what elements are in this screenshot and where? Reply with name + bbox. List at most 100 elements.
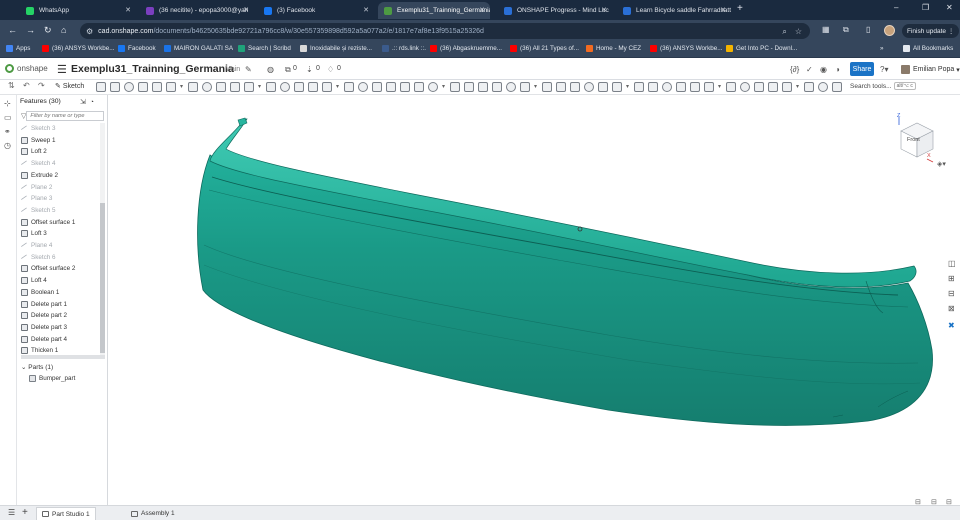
close-tab-icon[interactable]: ✕ xyxy=(243,6,249,14)
replace-face-tool-icon[interactable] xyxy=(428,82,438,92)
new-tab-button[interactable]: + xyxy=(737,3,743,14)
bookmark-item[interactable]: Apps xyxy=(6,45,30,52)
composite-curve-tool-icon[interactable] xyxy=(598,82,608,92)
gusset-tool-icon[interactable] xyxy=(782,82,792,92)
circular-pattern-tool-icon[interactable] xyxy=(294,82,304,92)
bookmark-item[interactable]: Facebook xyxy=(118,45,156,52)
bridging-curve-tool-icon[interactable] xyxy=(584,82,594,92)
bookmark-item[interactable]: .:: rds.link ::. xyxy=(382,45,426,52)
fillet-tool-icon[interactable] xyxy=(188,82,198,92)
curve-pattern-tool-icon[interactable] xyxy=(308,82,318,92)
feature-item[interactable]: Plane 3 xyxy=(20,193,52,204)
fill-tool-icon[interactable] xyxy=(520,82,530,92)
part-item[interactable]: Bumper_part xyxy=(29,375,75,382)
custom-feature-icon[interactable]: ✖ xyxy=(948,321,958,331)
rollback-icon[interactable]: ⇲ xyxy=(80,99,86,106)
hole-tool-icon[interactable] xyxy=(266,82,276,92)
comments-icon[interactable]: ♢ xyxy=(327,65,334,74)
tab-manager-icon[interactable]: ☰ xyxy=(8,508,15,517)
feature-item[interactable]: Plane 4 xyxy=(20,240,52,251)
section-tool-icon[interactable] xyxy=(662,82,672,92)
parts-header[interactable]: ⌄ Parts (1) xyxy=(21,363,53,371)
linear-pattern-tool-icon[interactable] xyxy=(280,82,290,92)
appearance-panel-icon[interactable]: ◫ xyxy=(948,259,958,269)
thicken-tool-icon[interactable] xyxy=(152,82,162,92)
document-name[interactable]: Exemplu31_Trainning_Germania xyxy=(71,63,234,75)
bookmark-item[interactable]: (36) Abgaskruemme... xyxy=(430,45,502,52)
isocline-tool-icon[interactable] xyxy=(612,82,622,92)
rib-tool-icon[interactable] xyxy=(230,82,240,92)
view-options-icon[interactable]: ◈▾ xyxy=(937,160,946,168)
forward-icon[interactable]: → xyxy=(26,25,35,35)
maximize-icon[interactable]: ❐ xyxy=(922,3,929,12)
feature-list-toggle-icon[interactable]: ⇅ xyxy=(8,81,15,90)
bookmark-item[interactable]: All Bookmarks xyxy=(903,45,953,52)
mate-connector-tool-icon[interactable] xyxy=(492,82,502,92)
feature-item[interactable]: Plane 2 xyxy=(20,182,52,193)
bookmark-item[interactable]: (36) ANSYS Workbe... xyxy=(650,45,723,52)
browser-tab[interactable]: ONSHAPE Progress - Mind Luc ✕ xyxy=(498,2,612,19)
scrollbar-thumb[interactable] xyxy=(100,203,105,353)
helix-tool-icon[interactable] xyxy=(478,82,488,92)
bookmark-item[interactable]: Inoxidabile și rezistе... xyxy=(300,45,372,52)
close-window-icon[interactable]: ✕ xyxy=(946,3,953,12)
enclose-tool-icon[interactable] xyxy=(166,82,176,92)
feature-item[interactable]: Sketch 6 xyxy=(20,252,56,263)
code-icon[interactable]: {∂} xyxy=(790,65,799,74)
feature-item[interactable]: Delete part 3 xyxy=(21,322,67,333)
feature-list-icon[interactable]: ⊹ xyxy=(4,99,13,108)
trim-tool-icon[interactable] xyxy=(768,82,778,92)
browser-tab[interactable]: Learn Bicycle saddle Fahrradsatt ✕ xyxy=(617,2,731,19)
bend-tool-icon[interactable] xyxy=(726,82,736,92)
finish-update-button[interactable]: Finish update ⋮ xyxy=(902,24,960,38)
close-tab-icon[interactable]: ✕ xyxy=(479,6,485,14)
browser-tab[interactable]: (36 necitite) - epopa3000@yah ✕ xyxy=(140,2,254,19)
comments-panel-icon[interactable]: ▭ xyxy=(4,113,13,122)
close-tab-icon[interactable]: ✕ xyxy=(720,6,726,14)
chevron-down-icon[interactable]: ▾ xyxy=(626,83,629,90)
form-tool-icon[interactable] xyxy=(740,82,750,92)
feature-item[interactable]: Loft 2 xyxy=(21,146,47,157)
revolve-tool-icon[interactable] xyxy=(110,82,120,92)
help-icon[interactable]: ?▾ xyxy=(880,65,888,74)
intersection-tool-icon[interactable] xyxy=(556,82,566,92)
plane-tool-icon[interactable] xyxy=(464,82,474,92)
onshape-logo[interactable]: onshape xyxy=(5,64,48,73)
bookmark-item[interactable]: Home - My CEZ xyxy=(586,45,641,52)
extrude-tool-icon[interactable] xyxy=(96,82,106,92)
loft-tool-icon[interactable] xyxy=(138,82,148,92)
feature-item[interactable]: Offset surface 1 xyxy=(21,217,75,228)
bookmark-item[interactable]: (36) ANSYS Workbe... xyxy=(42,45,115,52)
end-cap-tool-icon[interactable] xyxy=(804,82,814,92)
chevron-down-icon[interactable]: ▾ xyxy=(534,83,537,90)
profile-avatar[interactable] xyxy=(884,25,895,36)
collaborate-icon[interactable]: ◉ xyxy=(820,65,827,74)
site-info-icon[interactable]: ⚙ xyxy=(86,27,93,36)
boolean-tool-icon[interactable] xyxy=(344,82,354,92)
close-tab-icon[interactable]: ✕ xyxy=(601,6,607,14)
chevron-down-icon[interactable]: ▾ xyxy=(442,83,445,90)
chevron-down-icon[interactable]: ▾ xyxy=(258,83,261,90)
sweep-tool-icon[interactable] xyxy=(124,82,134,92)
zoom-icon[interactable]: ⌕ xyxy=(782,27,786,37)
url-field[interactable]: ⚙ cad.onshape.com/documents/b46250635bde… xyxy=(80,23,810,39)
feature-item[interactable]: Loft 4 xyxy=(21,275,47,286)
measure-icon[interactable]: ⊟ xyxy=(948,289,958,299)
offset-surface-tool-icon[interactable] xyxy=(450,82,460,92)
mirror-tool-icon[interactable] xyxy=(322,82,332,92)
element-tab[interactable]: Part Studio 1 xyxy=(36,507,96,520)
flange-tool-icon[interactable] xyxy=(690,82,700,92)
sheet-metal-tool-icon[interactable] xyxy=(676,82,686,92)
feature-filter-input[interactable] xyxy=(26,110,105,121)
split-tool-icon[interactable] xyxy=(358,82,368,92)
variable-tool-icon[interactable] xyxy=(648,82,658,92)
search-tools-field[interactable]: Search tools... alt/⌥ c xyxy=(850,82,916,90)
sketch-button[interactable]: ✎ Sketch xyxy=(55,82,84,91)
view-cube[interactable]: Front Z X ◈▾ xyxy=(893,113,948,172)
bookmark-item[interactable]: Search | Scribd xyxy=(238,45,291,52)
feature-item[interactable]: Offset surface 2 xyxy=(21,263,75,274)
extension-icon[interactable]: ▦ xyxy=(822,25,830,34)
shell-tool-icon[interactable] xyxy=(244,82,254,92)
edit-pencil-icon[interactable]: ✎ xyxy=(245,65,252,74)
chamfer-tool-icon[interactable] xyxy=(202,82,212,92)
